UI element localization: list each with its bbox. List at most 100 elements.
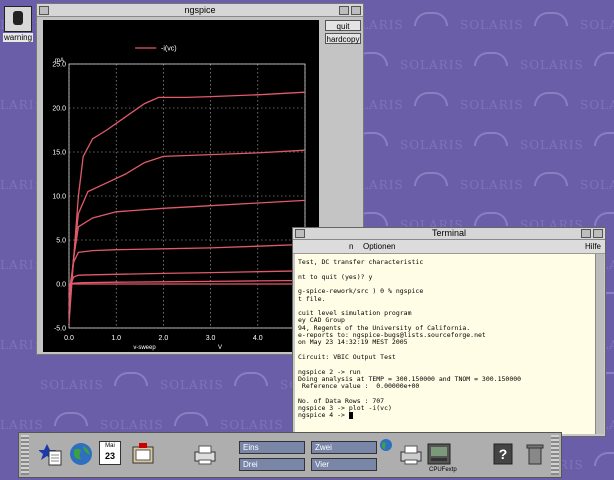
wallpaper-sun-icon bbox=[474, 52, 508, 66]
printer-icon[interactable] bbox=[193, 441, 217, 467]
wallpaper-logo-text: SOLARIS bbox=[40, 378, 104, 392]
terminal-line: t file. bbox=[298, 294, 326, 303]
wallpaper-logo-text: SOLARIS bbox=[580, 18, 614, 32]
calendar-month: Mai bbox=[105, 443, 115, 449]
y-tick-label: 5.0 bbox=[56, 238, 66, 245]
iv-curve-plot: 0.01.02.03.04.05.0-5.00.05.010.015.020.0… bbox=[43, 20, 319, 352]
workspace-button-vier[interactable]: Vier bbox=[311, 458, 377, 471]
wallpaper-sun-icon bbox=[534, 172, 568, 186]
globe-small-icon[interactable] bbox=[379, 437, 393, 451]
wallpaper-logo-text: SOLARIS bbox=[400, 58, 464, 72]
wallpaper-logo-text: SOLARIS bbox=[580, 98, 614, 112]
wallpaper-sun-icon bbox=[474, 132, 508, 146]
legend-label: -i(vc) bbox=[161, 46, 177, 53]
terminal-line: on May 23 14:32:19 MEST 2005 bbox=[298, 338, 408, 347]
y-tick-label: 10.0 bbox=[52, 194, 66, 201]
wallpaper-sun-icon bbox=[114, 372, 148, 386]
terminal-line: Reference value : 0.00000e+00 bbox=[298, 382, 420, 391]
panel-handle-left[interactable] bbox=[21, 435, 29, 475]
wallpaper-logo-text: SOLARIS bbox=[220, 418, 284, 432]
wallpaper-sun-icon bbox=[414, 92, 448, 106]
wallpaper-logo-text: SOLARIS bbox=[400, 138, 464, 152]
terminal-title: Terminal bbox=[431, 228, 466, 238]
menu-item-options[interactable]: Optionen bbox=[363, 240, 395, 253]
series-line bbox=[68, 199, 306, 302]
window-titlebar[interactable]: ngspice bbox=[37, 4, 363, 17]
terminal-line: ngspice 4 -> bbox=[298, 411, 353, 419]
menu-item-help[interactable]: Hilfe bbox=[585, 240, 601, 253]
menu-item-view[interactable]: n bbox=[349, 240, 353, 253]
desktop-icon-warning[interactable]: warning bbox=[3, 6, 33, 42]
terminal-titlebar[interactable]: Terminal bbox=[293, 228, 605, 240]
series-line bbox=[68, 279, 306, 287]
calendar-icon[interactable]: Mai 23 bbox=[99, 441, 123, 467]
series-line bbox=[68, 270, 306, 289]
maximize-icon[interactable] bbox=[593, 229, 603, 238]
x-tick-label: 2.0 bbox=[159, 335, 169, 342]
x-tick-label: 3.0 bbox=[206, 335, 216, 342]
y-tick-label: 20.0 bbox=[52, 106, 66, 113]
wallpaper-sun-icon bbox=[534, 92, 568, 106]
terminal-menubar: n Optionen Hilfe bbox=[293, 240, 605, 254]
workspace-button-zwei[interactable]: Zwei bbox=[311, 441, 377, 454]
front-panel: Mai 23 Eins Zwei Drei Vier CPUFextp ? bbox=[18, 432, 562, 478]
y-axis-label: mA bbox=[55, 58, 64, 64]
terminal-line: nt to quit (yes)? y bbox=[298, 272, 373, 281]
wallpaper-sun-icon bbox=[54, 412, 88, 426]
wallpaper-logo-text: SOLARIS bbox=[580, 178, 614, 192]
panel-handle-right[interactable] bbox=[551, 435, 559, 475]
terminal-scrollbar[interactable] bbox=[595, 254, 604, 434]
terminal-line: Test, DC transfer characteristic bbox=[298, 258, 424, 266]
cpu-meter-icon[interactable] bbox=[427, 441, 451, 467]
cpu-meter-label: CPUFextp bbox=[429, 467, 457, 473]
terminal-cursor bbox=[348, 411, 353, 419]
x-axis-label: V bbox=[218, 345, 222, 351]
wallpaper-sun-icon bbox=[174, 412, 208, 426]
svg-text:?: ? bbox=[499, 446, 508, 462]
help-icon[interactable]: ? bbox=[491, 441, 515, 467]
wallpaper-logo-text: SOLARIS bbox=[460, 18, 524, 32]
terminal-line: Circuit: VBIC Output Test bbox=[298, 352, 396, 361]
wallpaper-sun-icon bbox=[474, 212, 508, 226]
warning-icon bbox=[4, 6, 32, 32]
trash-icon[interactable] bbox=[523, 441, 547, 467]
minimize-icon[interactable] bbox=[581, 229, 591, 238]
wallpaper-sun-icon bbox=[594, 452, 614, 466]
minimize-icon[interactable] bbox=[339, 6, 349, 15]
file-manager-icon[interactable] bbox=[131, 441, 155, 467]
x-tick-label: 1.0 bbox=[111, 335, 121, 342]
wallpaper-logo-text: SOLARIS bbox=[100, 418, 164, 432]
text-editor-icon[interactable] bbox=[38, 441, 63, 467]
desktop-icon-label: warning bbox=[3, 33, 33, 42]
terminal-output[interactable]: Test, DC transfer characteristic nt to qu… bbox=[295, 254, 595, 434]
y-tick-label: 0.0 bbox=[56, 282, 66, 289]
x-tick-label: 0.0 bbox=[64, 335, 74, 342]
printer-icon-2[interactable] bbox=[399, 441, 423, 467]
wallpaper-sun-icon bbox=[534, 12, 568, 26]
wallpaper-logo-text: SOLARIS bbox=[460, 178, 524, 192]
calendar-day: 23 bbox=[104, 451, 115, 461]
wallpaper-sun-icon bbox=[594, 132, 614, 146]
wallpaper-sun-icon bbox=[414, 172, 448, 186]
workspace-button-drei[interactable]: Drei bbox=[239, 458, 305, 471]
y-tick-label: 15.0 bbox=[52, 150, 66, 157]
terminal-window[interactable]: Terminal n Optionen Hilfe Test, DC trans… bbox=[292, 227, 606, 437]
wallpaper-logo-text: SOLARIS bbox=[520, 138, 584, 152]
workspace-button-eins[interactable]: Eins bbox=[239, 441, 305, 454]
series-line bbox=[68, 243, 306, 293]
wallpaper-sun-icon bbox=[594, 212, 614, 226]
wallpaper-logo-text: SOLARIS bbox=[460, 98, 524, 112]
series-line bbox=[68, 149, 306, 311]
x-tick-label: 4.0 bbox=[253, 335, 263, 342]
wallpaper-sun-icon bbox=[234, 372, 268, 386]
maximize-icon[interactable] bbox=[351, 6, 361, 15]
wallpaper-sun-icon bbox=[414, 12, 448, 26]
wallpaper-logo-text: SOLARIS bbox=[520, 58, 584, 72]
wallpaper-logo-text: SOLARIS bbox=[0, 418, 44, 432]
y-tick-label: -5.0 bbox=[54, 326, 66, 333]
series-line bbox=[68, 91, 306, 324]
wallpaper-logo-text: SOLARIS bbox=[160, 378, 224, 392]
hardcopy-button[interactable]: hardcopy bbox=[325, 33, 361, 44]
globe-icon[interactable] bbox=[69, 441, 93, 467]
quit-button[interactable]: quit bbox=[325, 20, 361, 31]
